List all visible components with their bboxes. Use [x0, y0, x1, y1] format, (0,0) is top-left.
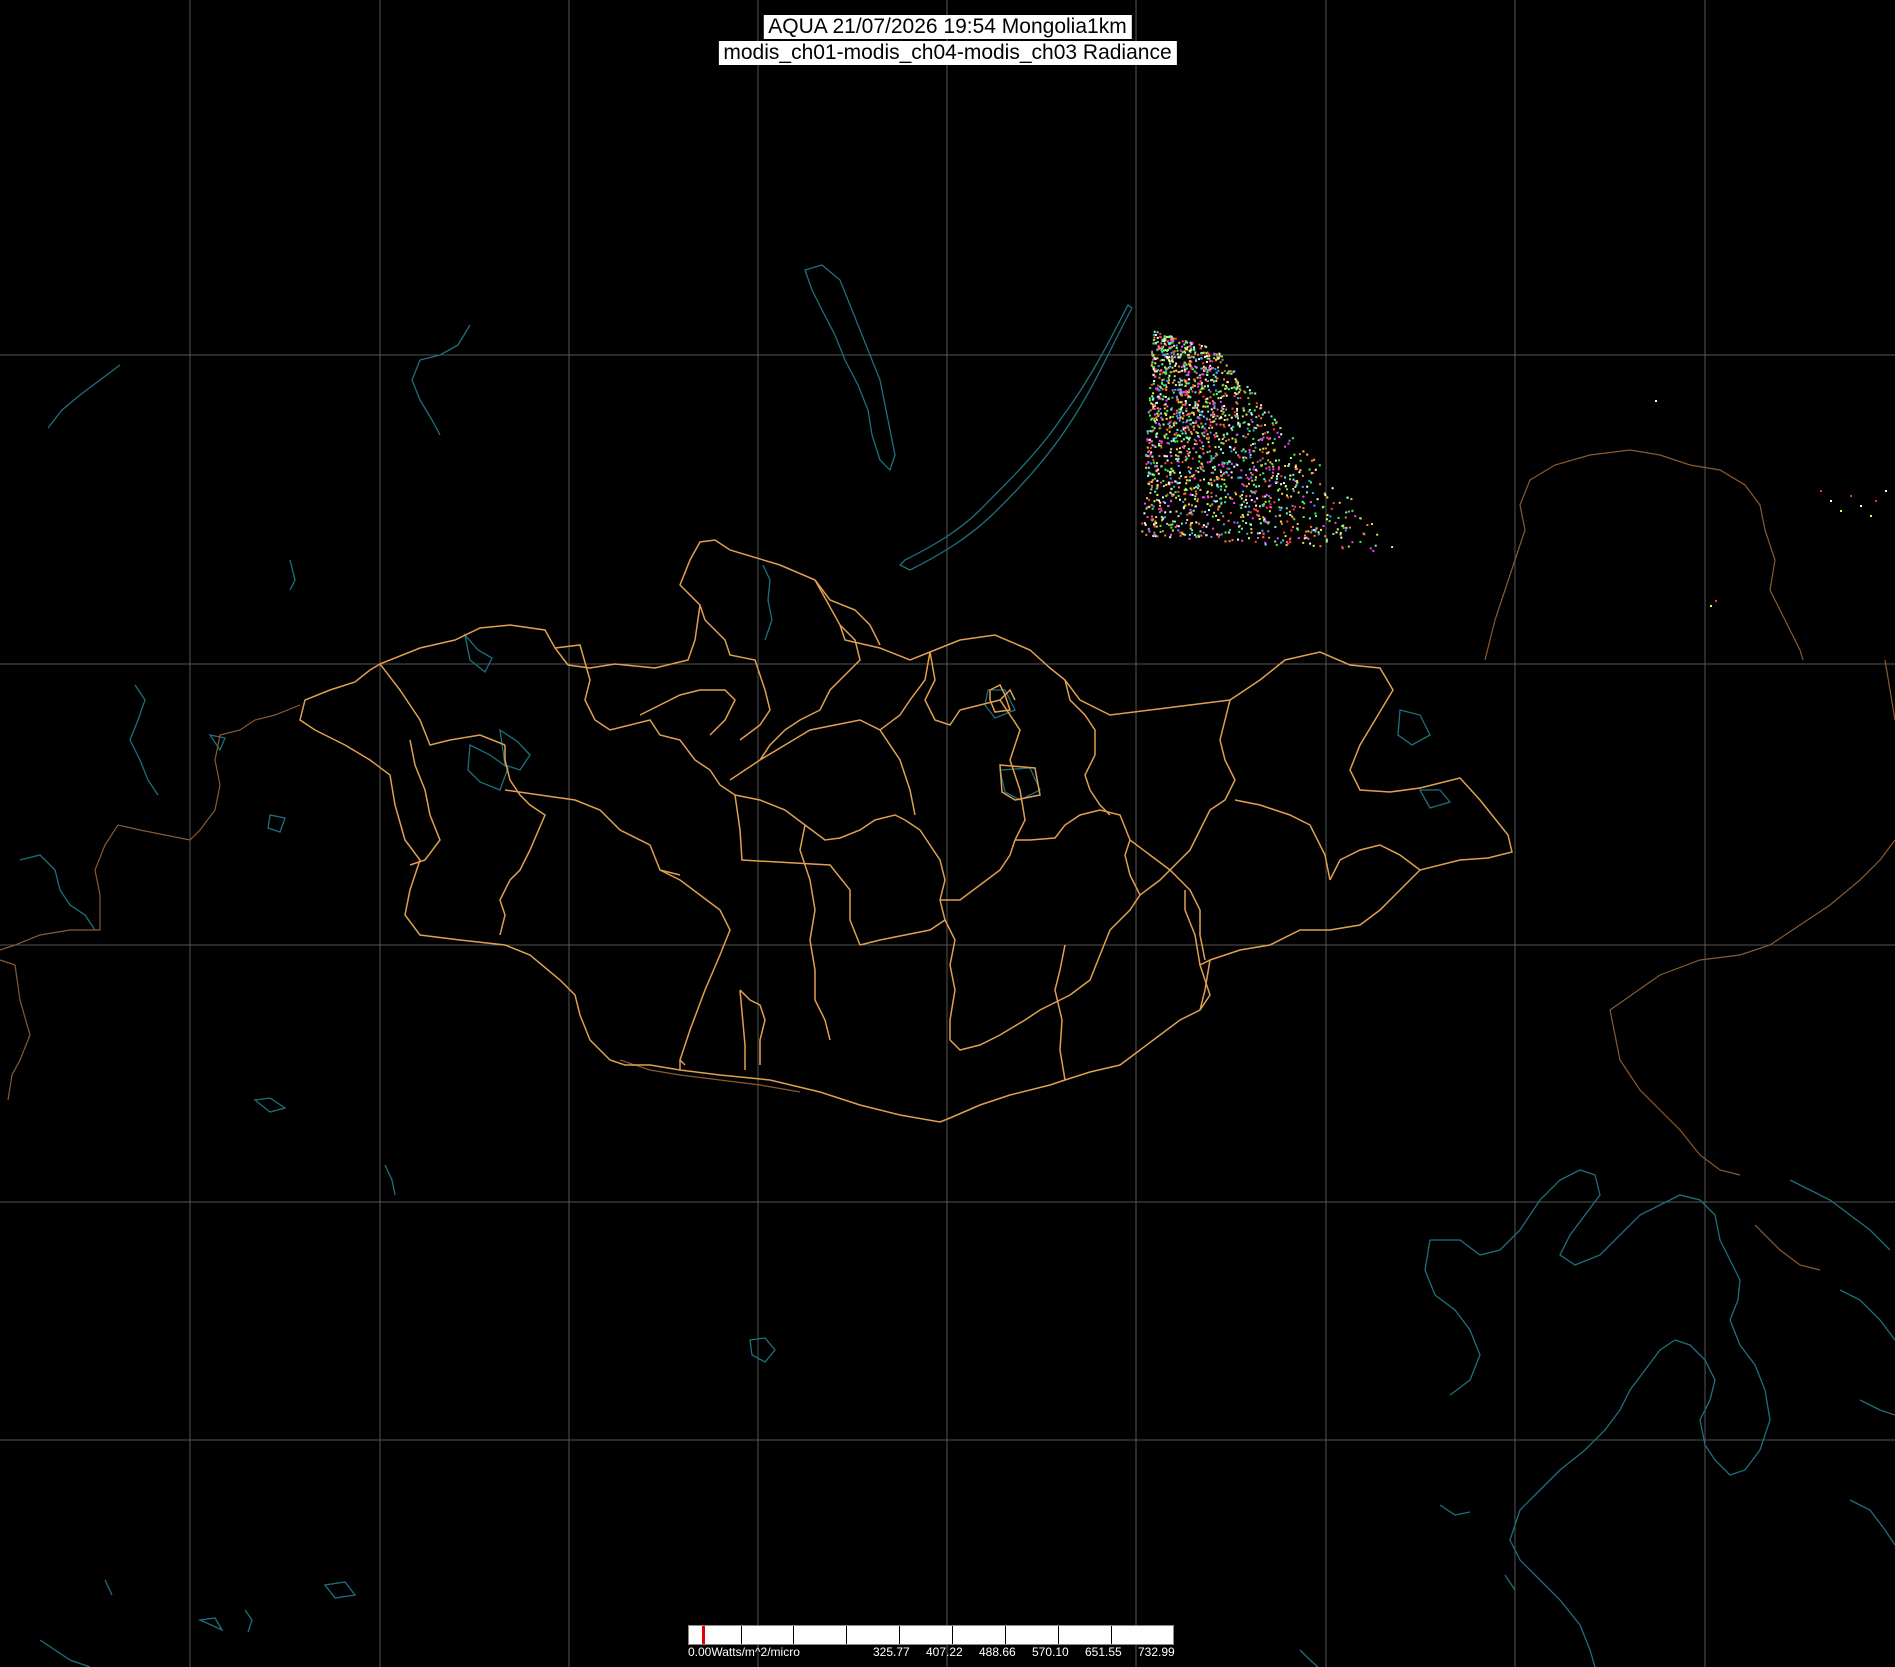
colorbar-tick-label: 488.66	[979, 1645, 1016, 1659]
colorbar-tick-label: 407.22	[926, 1645, 963, 1659]
colorbar-tick	[1005, 1626, 1006, 1644]
map-title: AQUA 21/07/2026 19:54 Mongolia1km	[763, 15, 1132, 39]
colorbar-tick-label: 651.55	[1085, 1645, 1122, 1659]
colorbar-tick	[952, 1626, 953, 1644]
colorbar-tick	[793, 1626, 794, 1644]
colorbar-labels: 0.00Watts/m^2/micro 325.77 407.22 488.66…	[688, 1644, 1175, 1660]
colorbar-tick	[1111, 1626, 1112, 1644]
colorbar-tick-label: 325.77	[873, 1645, 910, 1659]
colorbar-tick-label: 570.10	[1032, 1645, 1069, 1659]
colorbar-min-label: 0.00Watts/m^2/micro	[688, 1645, 800, 1659]
colorbar-tick	[846, 1626, 847, 1644]
map-subtitle: modis_ch01-modis_ch04-modis_ch03 Radianc…	[718, 41, 1177, 65]
satellite-map	[0, 0, 1895, 1667]
colorbar	[688, 1625, 1174, 1645]
colorbar-min-marker	[702, 1626, 705, 1644]
colorbar-tick-label: 732.99	[1138, 1645, 1175, 1659]
colorbar-tick	[899, 1626, 900, 1644]
colorbar-tick	[1058, 1626, 1059, 1644]
colorbar-tick	[741, 1626, 742, 1644]
